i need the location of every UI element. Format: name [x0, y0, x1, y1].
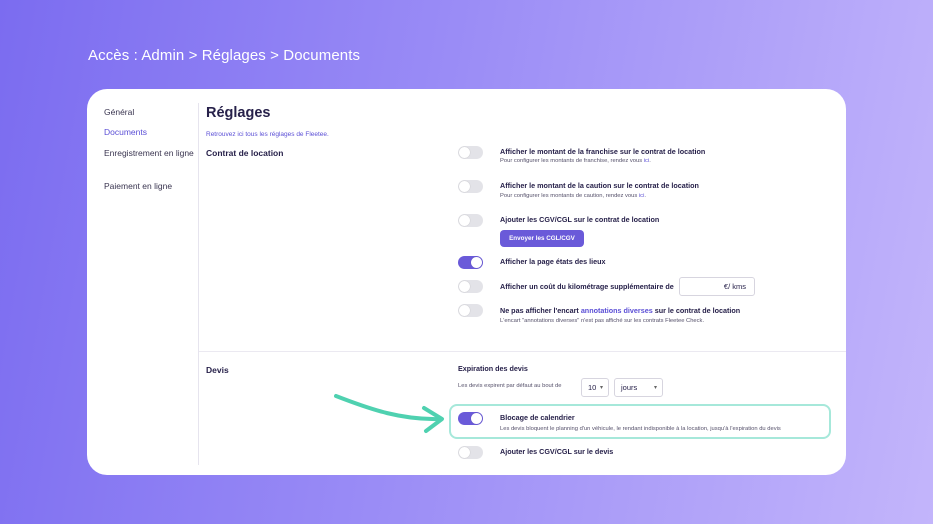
option-franchise-desc: Pour configurer les montants de franchis… — [500, 158, 651, 164]
option-expiration-title: Expiration des devis — [458, 364, 528, 373]
option-caution-desc-suffix: . — [644, 193, 646, 199]
option-cgv-title: Ajouter les CGV/CGL sur le contrat de lo… — [500, 215, 660, 224]
toggle-cgv-devis[interactable] — [458, 446, 483, 459]
sidebar-divider — [198, 103, 199, 465]
settings-sidebar: Général Documents Enregistrement en lign… — [87, 89, 199, 475]
option-franchise-desc-text: Pour configurer les montants de franchis… — [500, 158, 644, 164]
send-cgv-button[interactable]: Envoyer les CGL/CGV — [500, 230, 584, 247]
option-caution-title: Afficher le montant de la caution sur le… — [500, 181, 699, 190]
section-contrat-label: Contrat de location — [206, 148, 284, 158]
section-devis-label: Devis — [206, 365, 229, 375]
sidebar-item-online-payment[interactable]: Paiement en ligne — [104, 180, 194, 192]
option-caution-desc: Pour configurer les montants de caution,… — [500, 193, 646, 199]
option-annotations-title-suffix: sur le contrat de location — [652, 306, 741, 315]
toggle-kilometrage[interactable] — [458, 280, 483, 293]
option-annotations-title: Ne pas afficher l'encart annotations div… — [500, 306, 740, 315]
option-km-title: Afficher un coût du kilométrage suppléme… — [500, 282, 674, 291]
km-cost-input[interactable]: €/ kms — [679, 277, 755, 296]
annotations-link[interactable]: annotations diverses — [581, 306, 653, 315]
option-etats-title: Afficher la page états des lieux — [500, 257, 606, 266]
page-subtitle: Retrouvez ici tous les réglages de Fleet… — [206, 131, 329, 138]
option-annotations-title-text: Ne pas afficher l'encart — [500, 306, 581, 315]
chevron-down-icon: ▾ — [599, 385, 603, 391]
option-caution-desc-text: Pour configurer les montants de caution,… — [500, 193, 639, 199]
toggle-cgv-contrat[interactable] — [458, 214, 483, 227]
toggle-caution[interactable] — [458, 180, 483, 193]
toggle-franchise[interactable] — [458, 146, 483, 159]
pointer-arrow-icon — [334, 394, 444, 433]
page-title: Réglages — [206, 105, 271, 121]
sidebar-item-general[interactable]: Général — [104, 106, 194, 118]
breadcrumb: Accès : Admin > Réglages > Documents — [88, 47, 361, 64]
option-expiration-desc: Les devis expirent par défaut au bout de — [458, 383, 562, 389]
option-annotations-desc: L'encart "annotations diverses" n'est pa… — [500, 318, 705, 324]
option-franchise-title: Afficher le montant de la franchise sur … — [500, 147, 706, 156]
highlight-frame — [449, 404, 831, 439]
sidebar-item-online-registration[interactable]: Enregistrement en ligne — [104, 147, 194, 159]
expiration-number-select[interactable]: 10 ▾ — [581, 378, 609, 397]
expiration-unit-value: jours — [621, 383, 638, 392]
option-cgv-devis-title: Ajouter les CGV/CGL sur le devis — [500, 447, 614, 456]
option-franchise-desc-suffix: . — [649, 158, 651, 164]
toggle-annotations[interactable] — [458, 304, 483, 317]
chevron-down-icon: ▾ — [653, 385, 657, 391]
expiration-unit-select[interactable]: jours ▾ — [614, 378, 663, 397]
sidebar-item-documents[interactable]: Documents — [104, 126, 194, 138]
expiration-number-value: 10 — [588, 383, 597, 392]
toggle-etats-des-lieux[interactable] — [458, 256, 483, 269]
section-divider — [199, 351, 846, 352]
